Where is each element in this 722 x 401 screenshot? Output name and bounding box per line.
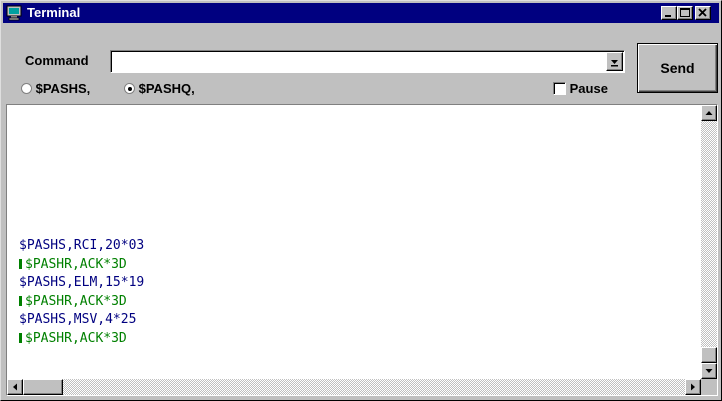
terminal-line: $PASHS,MSV,4*25 [19, 311, 144, 330]
command-dropdown-button[interactable] [606, 52, 623, 71]
received-marker-icon [19, 258, 22, 269]
command-input[interactable] [114, 53, 594, 69]
received-marker-icon [19, 295, 22, 306]
scroll-up-button[interactable] [701, 105, 717, 121]
radio-circle-selected[interactable] [124, 83, 135, 94]
minimize-button[interactable] [661, 6, 677, 20]
radio-pashs-label: $PASHS, [35, 81, 91, 96]
terminal-line-text: $PASHR,ACK*3D [25, 293, 127, 309]
terminal-line-text: $PASHR,ACK*3D [25, 330, 127, 346]
arrow-right-icon [691, 383, 695, 391]
radio-circle[interactable] [21, 83, 32, 94]
checkbox-box[interactable] [553, 82, 566, 95]
minimize-icon [665, 15, 671, 17]
title-bar[interactable]: Terminal [3, 3, 719, 23]
terminal-line-text: $PASHS,RCI,20*03 [19, 238, 145, 253]
terminal-line: $PASHR,ACK*3D [19, 330, 144, 349]
terminal-line-text: $PASHR,ACK*3D [25, 256, 127, 272]
radio-pashs[interactable]: $PASHS, [21, 81, 90, 96]
radio-pashq[interactable]: $PASHQ, [124, 81, 195, 96]
arrow-up-icon [705, 111, 713, 115]
terminal-window: Terminal Command Send $PASHS, $PASHQ, Pa… [0, 0, 722, 401]
scroll-left-button[interactable] [7, 379, 23, 395]
terminal-line-text: $PASHS,ELM,15*19 [19, 275, 145, 290]
maximize-button[interactable] [677, 6, 693, 20]
scrollbar-corner [701, 379, 717, 395]
terminal-line: $PASHS,RCI,20*03 [19, 237, 144, 256]
scroll-down-button[interactable] [701, 363, 717, 379]
terminal-line: $PASHS,ELM,15*19 [19, 274, 144, 293]
vertical-scroll-thumb[interactable] [701, 347, 717, 363]
terminal-lines: $PASHS,RCI,20*03 $PASHR,ACK*3D $PASHS,ELM,… [19, 237, 144, 348]
horizontal-scroll-thumb[interactable] [23, 379, 63, 395]
maximize-icon [680, 8, 690, 17]
terminal-line: $PASHR,ACK*3D [19, 256, 144, 275]
scroll-right-button[interactable] [685, 379, 701, 395]
send-button[interactable]: Send [637, 43, 718, 93]
horizontal-scrollbar[interactable] [7, 379, 701, 395]
terminal-output[interactable]: $PASHS,RCI,20*03 $PASHR,ACK*3D $PASHS,ELM,… [6, 104, 718, 396]
arrow-down-icon [705, 369, 713, 373]
terminal-line: $PASHR,ACK*3D [19, 293, 144, 312]
monitor-icon [6, 5, 22, 26]
command-label: Command [25, 53, 89, 68]
command-combobox[interactable] [110, 50, 625, 73]
close-button[interactable] [695, 6, 711, 20]
arrow-left-icon [13, 383, 17, 391]
window-title: Terminal [27, 5, 81, 20]
pause-checkbox[interactable]: Pause [553, 81, 608, 96]
vertical-scrollbar[interactable] [701, 105, 717, 379]
pause-label: Pause [569, 81, 608, 96]
terminal-line-text: $PASHS,MSV,4*25 [19, 312, 137, 327]
chevron-down-icon [611, 60, 618, 67]
close-icon [698, 8, 707, 17]
received-marker-icon [19, 332, 22, 343]
radio-pashq-label: $PASHQ, [138, 81, 195, 96]
